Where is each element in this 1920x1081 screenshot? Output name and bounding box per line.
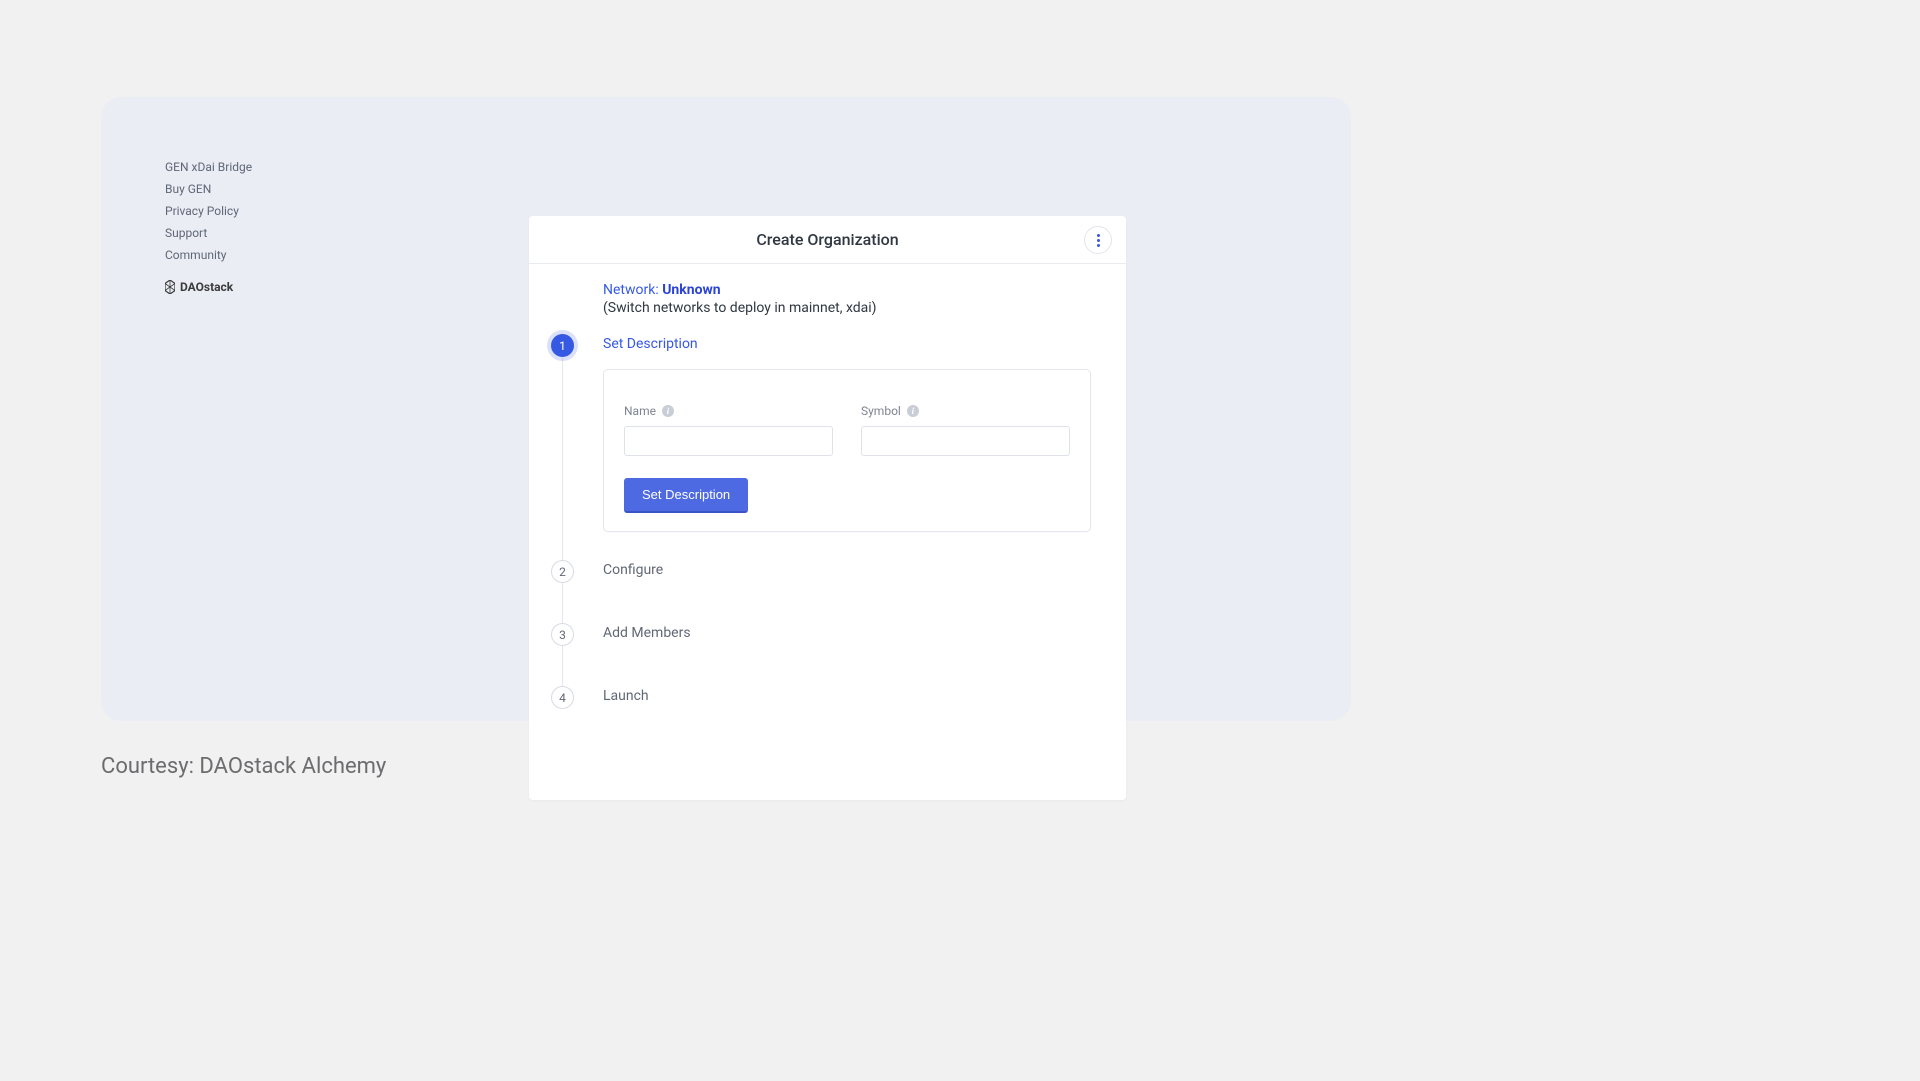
- sidebar-link-support[interactable]: Support: [165, 226, 365, 240]
- description-form-card: Name i Symbol i: [603, 369, 1091, 532]
- step-title-4: Launch: [603, 686, 649, 704]
- sidebar-link-community[interactable]: Community: [165, 248, 365, 262]
- sidebar-link-buy-gen[interactable]: Buy GEN: [165, 182, 365, 196]
- step-title-1: Set Description: [603, 334, 698, 352]
- name-group: Name i: [624, 404, 833, 456]
- info-icon[interactable]: i: [662, 405, 674, 417]
- symbol-input[interactable]: [861, 426, 1070, 456]
- name-input[interactable]: [624, 426, 833, 456]
- network-hint: (Switch networks to deploy in mainnet, x…: [603, 300, 1098, 316]
- symbol-group: Symbol i: [861, 404, 1070, 456]
- sidebar-link-privacy-policy[interactable]: Privacy Policy: [165, 204, 365, 218]
- name-label: Name i: [624, 404, 833, 418]
- step-rail: [562, 358, 563, 697]
- symbol-label-text: Symbol: [861, 404, 901, 418]
- daostack-logo-icon: [165, 280, 175, 294]
- step-set-description: 1 Set Description Name i: [551, 334, 1098, 532]
- kebab-menu-icon: [1097, 234, 1100, 237]
- kebab-menu-icon: [1097, 244, 1100, 247]
- step-launch: 4 Launch: [551, 686, 1098, 709]
- kebab-menu-icon: [1097, 239, 1100, 242]
- sidebar: GEN xDai Bridge Buy GEN Privacy Policy S…: [165, 160, 365, 294]
- step-1-content: Name i Symbol i: [603, 369, 1098, 532]
- step-add-members: 3 Add Members: [551, 623, 1098, 646]
- form-row: Name i Symbol i: [624, 404, 1070, 456]
- step-number-1: 1: [551, 334, 574, 357]
- app-container: GEN xDai Bridge Buy GEN Privacy Policy S…: [101, 97, 1351, 721]
- symbol-label: Symbol i: [861, 404, 1070, 418]
- set-description-button[interactable]: Set Description: [624, 478, 748, 513]
- courtesy-text: Courtesy: DAOstack Alchemy: [101, 754, 386, 779]
- step-number-2: 2: [551, 560, 574, 583]
- main-panel: Create Organization Network: Unknown (Sw…: [529, 216, 1126, 800]
- network-label: Network:: [603, 282, 662, 298]
- brand: DAOstack: [165, 280, 365, 294]
- step-title-2: Configure: [603, 560, 663, 578]
- step-header-1: 1 Set Description: [551, 334, 1098, 357]
- brand-name: DAOstack: [180, 280, 233, 294]
- panel-header: Create Organization: [529, 216, 1126, 264]
- sidebar-link-gen-xdai-bridge[interactable]: GEN xDai Bridge: [165, 160, 365, 174]
- step-title-3: Add Members: [603, 623, 691, 641]
- info-icon[interactable]: i: [907, 405, 919, 417]
- step-number-4: 4: [551, 686, 574, 709]
- step-number-3: 3: [551, 623, 574, 646]
- steps-container: 1 Set Description Name i: [551, 334, 1098, 709]
- step-configure: 2 Configure: [551, 560, 1098, 583]
- network-value: Unknown: [662, 282, 720, 298]
- network-line: Network: Unknown: [603, 282, 1098, 298]
- name-label-text: Name: [624, 404, 656, 418]
- panel-body: Network: Unknown (Switch networks to dep…: [529, 264, 1126, 727]
- page-title: Create Organization: [756, 230, 898, 249]
- more-options-button[interactable]: [1084, 226, 1112, 254]
